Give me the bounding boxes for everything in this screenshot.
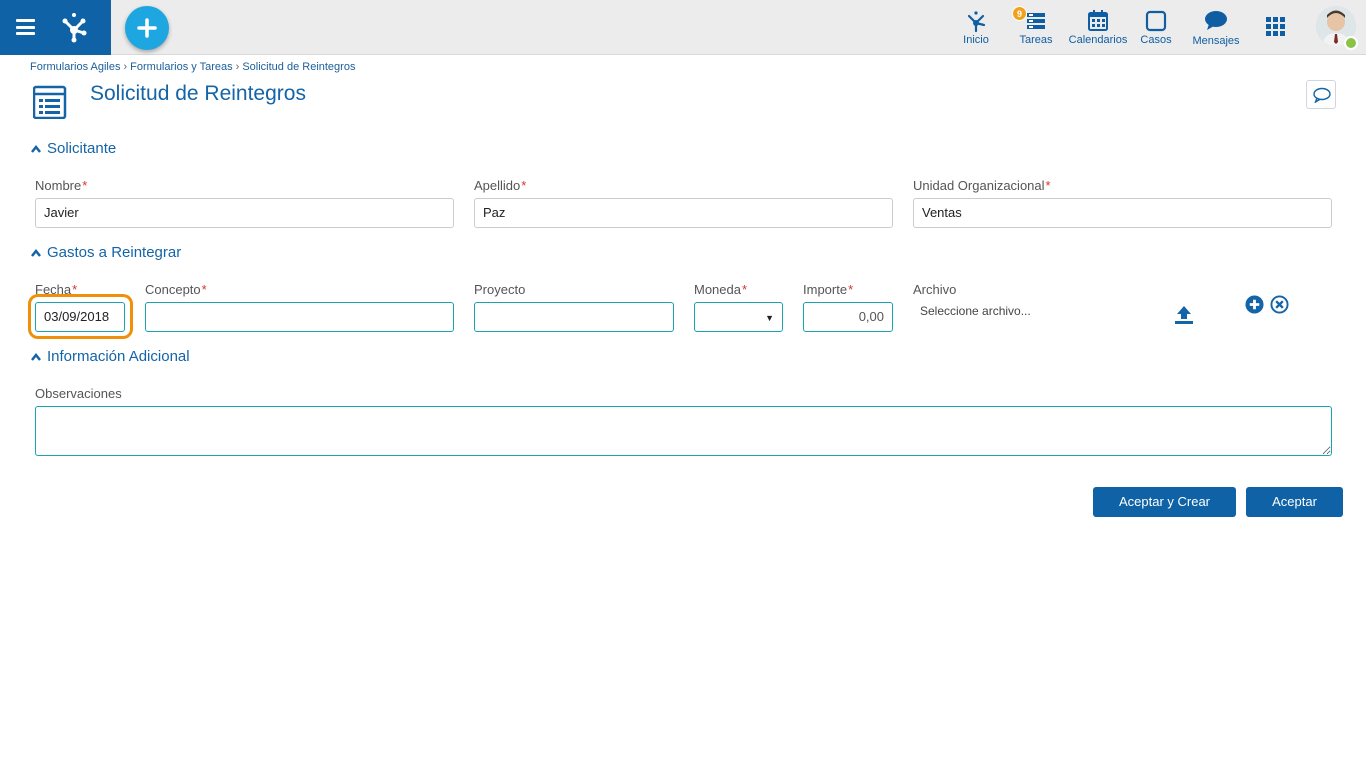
moneda-label: Moneda* [694,282,748,297]
breadcrumb-item-current[interactable]: Solicitud de Reintegros [242,61,355,73]
logo-icon[interactable] [56,9,92,45]
menu-icon[interactable] [16,19,35,35]
nav-mensajes-label: Mensajes [1192,35,1240,47]
calendar-icon [1088,10,1108,31]
unidad-label: Unidad Organizacional* [913,178,1051,193]
section-title[interactable]: Gastos a Reintegrar [47,244,192,261]
plus-icon [137,18,157,38]
proyecto-field[interactable] [474,302,674,332]
nombre-label: Nombre* [35,178,88,193]
comments-button[interactable] [1306,80,1336,109]
chevron-up-icon[interactable] [30,248,42,258]
section-divider [30,253,1342,254]
nombre-field[interactable]: Javier [35,198,454,228]
nav-casos-label: Casos [1140,34,1172,46]
breadcrumb: Formularios Agiles › Formularios y Tareas ›… [30,61,356,73]
top-bar: Inicio 9 Tareas Calendarios Casos Mensaj… [0,0,1366,55]
brand-block [0,0,111,55]
accept-button[interactable]: Aceptar [1246,487,1343,517]
dropdown-caret-icon: ▼ [765,313,774,323]
observaciones-label: Observaciones [35,386,122,401]
nav-casos[interactable]: Casos [1139,8,1173,46]
home-icon [967,11,986,33]
section-divider [30,357,1342,358]
archivo-label: Archivo [913,282,957,297]
nav-tareas-label: Tareas [1019,34,1053,46]
section-solicitante: Solicitante [30,140,1342,160]
comment-icon [1313,87,1331,103]
chevron-up-icon[interactable] [30,144,42,154]
form-icon [33,85,67,119]
messages-icon [1205,11,1227,30]
importe-field[interactable]: 0,00 [803,302,893,332]
section-title[interactable]: Información Adicional [47,348,200,365]
apellido-field[interactable]: Paz [474,198,893,228]
chevron-up-icon[interactable] [30,352,42,362]
concepto-field[interactable] [145,302,454,332]
nav-calendarios[interactable]: Calendarios [1068,8,1128,46]
upload-icon[interactable] [1174,304,1194,326]
page-title: Solicitud de Reintegros [90,82,306,105]
tasks-icon [1027,13,1045,29]
nav-tareas[interactable]: 9 Tareas [1012,6,1056,46]
online-status-indicator [1344,36,1358,50]
new-button[interactable] [125,6,169,50]
breadcrumb-item[interactable]: Formularios y Tareas [130,61,233,73]
add-row-icon[interactable] [1245,295,1264,314]
apellido-label: Apellido* [474,178,527,193]
nav-mensajes[interactable]: Mensajes [1191,8,1241,47]
observaciones-field[interactable] [35,406,1332,456]
apps-grid-icon[interactable] [1266,17,1286,37]
unidad-field[interactable]: Ventas [913,198,1332,228]
tasks-badge: 9 [1012,6,1027,21]
section-gastos: Gastos a Reintegrar [30,244,1342,264]
cases-icon [1145,10,1167,32]
focus-highlight [28,294,133,339]
remove-row-icon[interactable] [1270,295,1289,314]
accept-and-create-button[interactable]: Aceptar y Crear [1093,487,1236,517]
importe-label: Importe* [803,282,854,297]
nav-inicio-label: Inicio [963,34,989,46]
section-divider [30,149,1342,150]
nav-inicio[interactable]: Inicio [958,8,994,46]
section-informacion-adicional: Información Adicional [30,348,1342,368]
section-title[interactable]: Solicitante [47,140,127,157]
nav-calendarios-label: Calendarios [1068,34,1128,46]
archivo-field[interactable]: Seleccione archivo... [920,304,1031,318]
moneda-select[interactable]: ▼ [694,302,783,332]
breadcrumb-item[interactable]: Formularios Agiles [30,61,120,73]
concepto-label: Concepto* [145,282,207,297]
proyecto-label: Proyecto [474,282,526,297]
